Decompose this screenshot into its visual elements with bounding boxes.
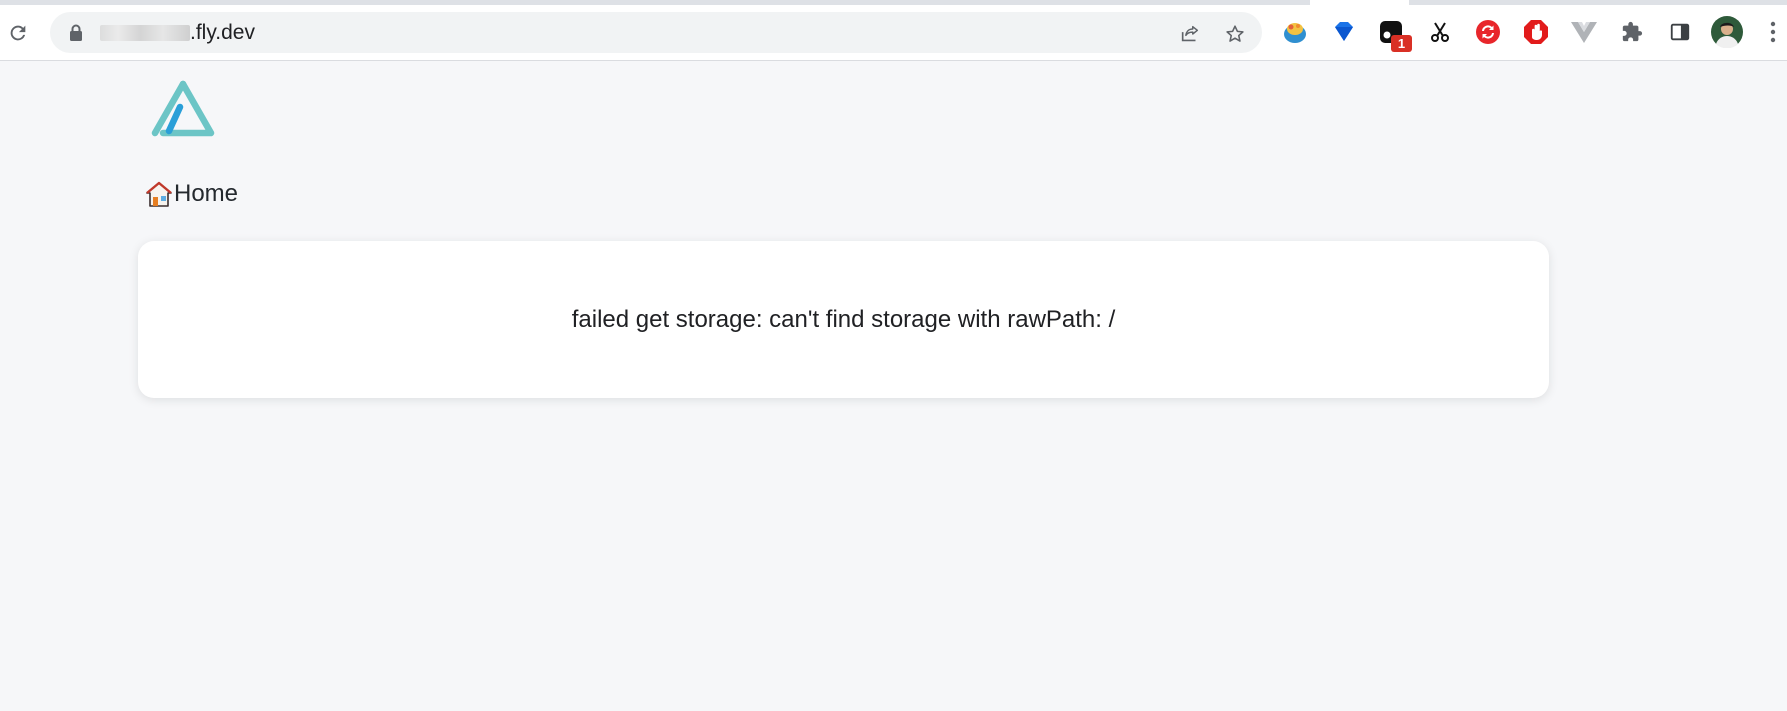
bowl-icon (1284, 23, 1306, 43)
extension-button[interactable] (1473, 17, 1503, 47)
url-text[interactable]: .fly.dev (190, 21, 255, 45)
extension-button[interactable] (1521, 17, 1551, 47)
house-icon (146, 181, 172, 207)
lock-icon[interactable] (68, 24, 84, 42)
profile-button[interactable] (1711, 16, 1743, 48)
extension-button[interactable] (1280, 17, 1310, 47)
extension-button[interactable] (1425, 17, 1455, 47)
star-icon (1226, 25, 1244, 42)
extensions-menu-button[interactable] (1617, 17, 1647, 47)
avatar (1711, 16, 1743, 48)
vue-devtools-icon (1571, 22, 1597, 43)
breadcrumb-home[interactable]: Home (145, 178, 238, 210)
browser-menu-button[interactable] (1763, 17, 1783, 47)
sync-icon (1476, 20, 1500, 44)
extension-button[interactable] (1569, 17, 1599, 47)
puzzle-icon (1622, 21, 1643, 42)
side-panel-button[interactable] (1665, 17, 1695, 47)
reload-icon (10, 25, 26, 41)
extension-badge: 1 (1391, 35, 1412, 52)
share-icon (1181, 25, 1199, 42)
tab-strip (0, 0, 1310, 5)
extension-button[interactable] (1329, 17, 1359, 47)
diamond-icon (1335, 22, 1353, 41)
side-panel-icon (1670, 23, 1690, 41)
browser-toolbar: .fly.dev 1 (0, 0, 1787, 61)
more-vertical-icon (1770, 21, 1776, 43)
error-card: failed get storage: can't find storage w… (138, 241, 1549, 398)
reload-button[interactable] (3, 18, 33, 48)
address-bar[interactable]: .fly.dev (50, 12, 1262, 53)
bookmark-button[interactable] (1222, 21, 1248, 47)
tab-strip (1409, 0, 1787, 5)
breadcrumb-label[interactable]: Home (174, 180, 238, 208)
scissors-icon (1431, 22, 1449, 42)
error-message: failed get storage: can't find storage w… (571, 305, 1116, 333)
page-content: Home failed get storage: can't find stor… (0, 61, 1787, 711)
site-logo[interactable] (150, 79, 216, 139)
share-button[interactable] (1177, 21, 1203, 47)
url-redacted-segment (100, 25, 190, 41)
adblock-icon (1524, 20, 1548, 44)
